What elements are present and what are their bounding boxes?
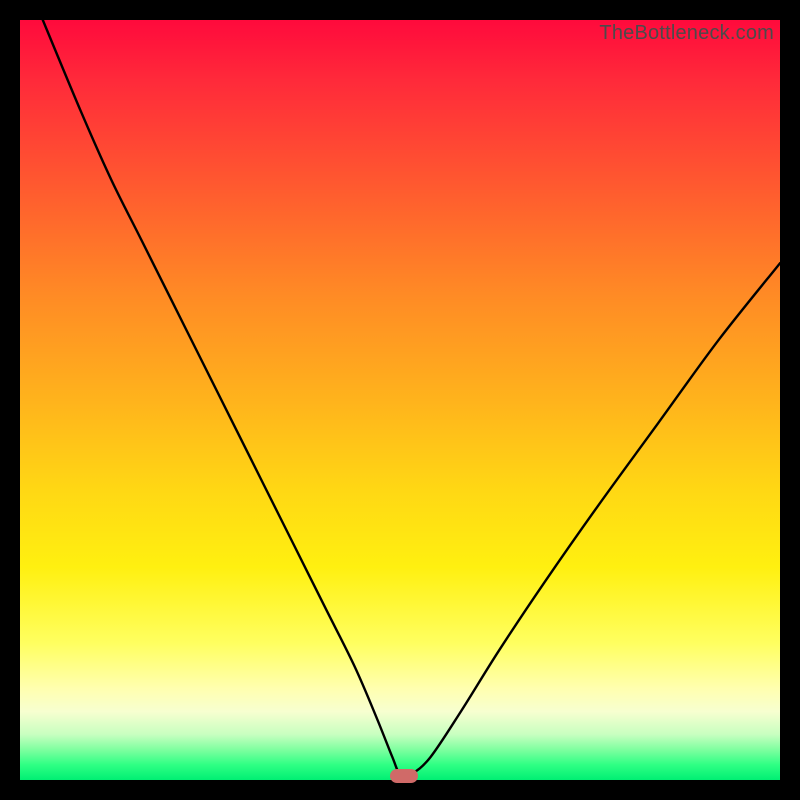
bottleneck-curve [20,20,780,780]
chart-frame: TheBottleneck.com [0,0,800,800]
optimal-point-marker [390,769,418,783]
curve-path [43,20,780,776]
plot-area: TheBottleneck.com [20,20,780,780]
